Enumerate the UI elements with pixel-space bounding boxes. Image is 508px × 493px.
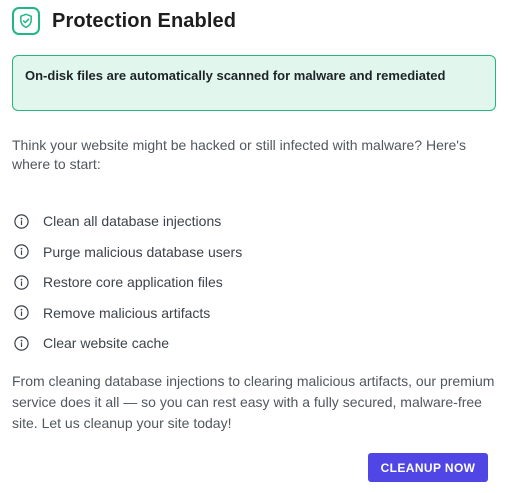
info-icon (14, 305, 29, 320)
list-item: Restore core application files (14, 267, 242, 298)
cleanup-now-button[interactable]: CLEANUP NOW (368, 453, 488, 482)
step-label: Restore core application files (43, 274, 223, 291)
list-item: Remove malicious artifacts (14, 298, 242, 329)
cleanup-steps-list: Clean all database injections Purge mali… (14, 206, 242, 359)
list-item: Purge malicious database users (14, 237, 242, 268)
protection-header: Protection Enabled (12, 7, 236, 35)
intro-text: Think your website might be hacked or st… (12, 137, 466, 172)
page-title: Protection Enabled (52, 9, 237, 32)
step-label: Purge malicious database users (43, 243, 243, 260)
step-label: Remove malicious artifacts (43, 304, 211, 321)
step-label: Clear website cache (43, 335, 170, 352)
info-icon (14, 336, 29, 351)
info-icon (14, 244, 29, 259)
list-item: Clear website cache (14, 328, 242, 359)
scan-notice: On-disk files are automatically scanned … (12, 55, 496, 111)
step-label: Clean all database injections (43, 213, 222, 230)
shield-check-icon (12, 7, 40, 35)
info-icon (14, 275, 29, 290)
outro-text: From cleaning database injections to cle… (12, 373, 495, 431)
list-item: Clean all database injections (14, 206, 242, 237)
info-icon (14, 214, 29, 229)
